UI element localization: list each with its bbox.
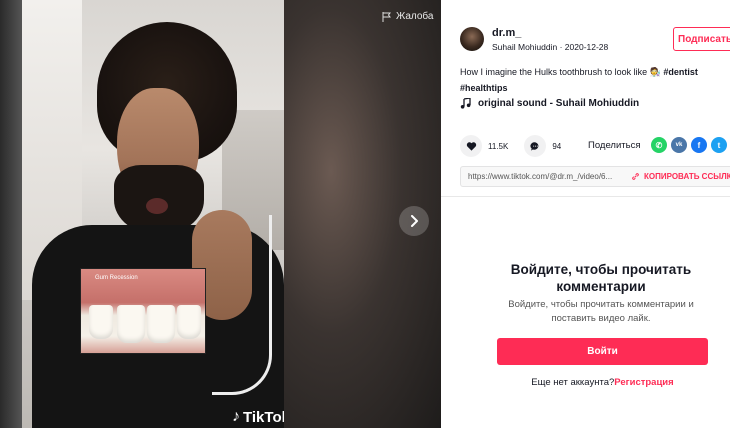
vk-icon[interactable]: vk — [671, 137, 687, 153]
report-label: Жалоба — [396, 11, 434, 22]
tiktok-watermark-text: TikTok — [243, 408, 284, 426]
music-note-icon — [460, 98, 471, 109]
facebook-icon[interactable]: f — [691, 137, 707, 153]
next-video-button[interactable] — [399, 206, 429, 236]
heart-icon — [466, 141, 476, 151]
person-mouth — [146, 198, 168, 214]
meta-separator: · — [557, 42, 565, 52]
tiktok-video-page: Gum Recession ♪ TikTok Жалоба dr.m_ Suha… — [0, 0, 730, 428]
tooth — [117, 305, 145, 343]
info-panel: dr.m_ Suhail Mohiuddin · 2020-12-28 Подп… — [441, 0, 730, 428]
gum-image-label: Gum Recession — [95, 275, 138, 281]
description-text: How I imagine the Hulks toothbrush to lo… — [460, 67, 664, 77]
like-button[interactable] — [460, 135, 482, 157]
register-link[interactable]: Регистрация — [614, 377, 673, 388]
no-account-text: Еще нет аккаунта? — [531, 377, 615, 388]
tiktok-logo-icon: ♪ — [232, 408, 240, 425]
divider — [441, 196, 730, 197]
video-frame[interactable]: Gum Recession ♪ TikTok — [22, 0, 284, 428]
chevron-right-icon — [411, 215, 418, 227]
engagement-stats: 11.5K 94 — [460, 135, 577, 157]
tooth — [89, 305, 113, 339]
login-prompt-title: Войдите, чтобы прочитать комментарии — [510, 262, 692, 294]
sound-name: original sound - Suhail Mohiuddin — [478, 98, 640, 109]
comment-count: 94 — [552, 141, 562, 151]
tooth — [177, 305, 201, 339]
like-count: 11.5K — [488, 141, 509, 151]
follow-button[interactable]: Подписаться — [673, 27, 730, 51]
sound-link[interactable]: original sound - Suhail Mohiuddin — [460, 98, 639, 109]
link-icon — [632, 173, 639, 180]
twitter-icon[interactable]: t — [711, 137, 727, 153]
display-name: Suhail Mohiuddin — [492, 42, 558, 52]
video-blur-left — [0, 0, 22, 428]
avatar[interactable] — [460, 27, 484, 51]
signup-row: Еще нет аккаунта?Регистрация — [481, 377, 724, 388]
copy-link-button[interactable]: КОПИРОВАТЬ ССЫЛКУ — [631, 172, 730, 181]
login-button[interactable]: Войти — [497, 338, 708, 365]
hashtag-link[interactable]: #dentist — [663, 67, 698, 77]
video-player[interactable]: Gum Recession ♪ TikTok Жалоба — [0, 0, 441, 428]
tiktok-watermark: ♪ TikTok — [232, 408, 284, 426]
whatsapp-icon[interactable]: ✆ — [651, 137, 667, 153]
hashtag-link[interactable]: #healthtips — [460, 83, 508, 93]
flag-icon — [382, 11, 391, 22]
username[interactable]: dr.m_ — [492, 27, 521, 39]
report-button[interactable]: Жалоба — [382, 11, 433, 22]
login-prompt-subtitle: Войдите, чтобы прочитать комментарии и п… — [508, 299, 694, 324]
gum-recession-image: Gum Recession — [80, 268, 206, 354]
author-meta: Suhail Mohiuddin · 2020-12-28 — [492, 42, 608, 52]
video-description: How I imagine the Hulks toothbrush to lo… — [460, 64, 730, 96]
share-icons: ✆ vk f t — [651, 137, 727, 153]
comment-icon — [530, 141, 539, 151]
tooth — [147, 305, 175, 343]
share-link-url[interactable]: https://www.tiktok.com/@dr.m_/video/6... — [461, 172, 631, 181]
copy-link-label: КОПИРОВАТЬ ССЫЛКУ — [644, 172, 730, 181]
post-date: 2020-12-28 — [564, 42, 609, 52]
share-link-box[interactable]: https://www.tiktok.com/@dr.m_/video/6...… — [460, 166, 730, 187]
share-label: Поделиться — [588, 140, 641, 151]
comment-button[interactable] — [524, 135, 547, 157]
